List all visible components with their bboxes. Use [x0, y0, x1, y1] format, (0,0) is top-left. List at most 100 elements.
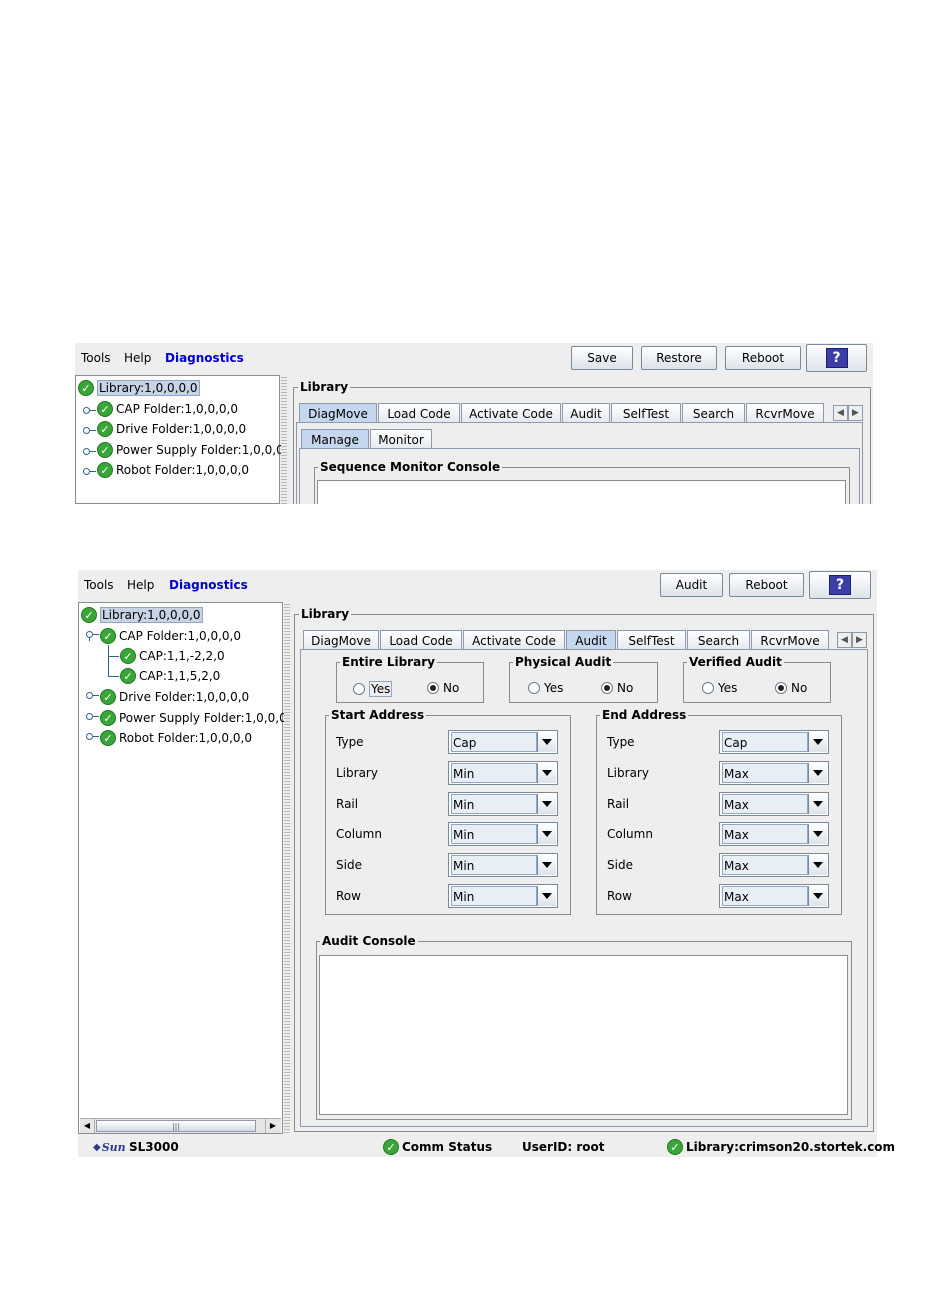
scroll-right-icon[interactable]: ▶ — [265, 1119, 280, 1133]
help-icon: ? — [829, 575, 851, 595]
audit-console[interactable] — [319, 955, 848, 1115]
tab-scroll-right-icon[interactable]: ▶ — [852, 632, 867, 648]
reboot-button[interactable]: Reboot — [729, 573, 804, 597]
chevron-down-icon[interactable] — [808, 824, 827, 844]
tree-node-cap-folder[interactable]: ✓ CAP Folder:1,0,0,0,0 — [97, 400, 238, 418]
tree-connector — [108, 676, 119, 677]
tree-expander-icon[interactable] — [86, 692, 93, 699]
tab-load-code[interactable]: Load Code — [378, 403, 460, 423]
end-type-select[interactable]: Cap — [719, 730, 829, 754]
tab-activate-code[interactable]: Activate Code — [463, 630, 565, 650]
tree-node-drive-folder[interactable]: ✓ Drive Folder:1,0,0,0,0 — [97, 420, 246, 438]
chevron-down-icon[interactable] — [537, 794, 556, 814]
tree-expander-icon[interactable] — [83, 407, 90, 414]
tab-diagmove[interactable]: DiagMove — [299, 403, 377, 423]
tab-scroll-left-icon[interactable]: ◀ — [837, 632, 852, 648]
menu-help[interactable]: Help — [127, 578, 154, 592]
start-column-select[interactable]: Min — [448, 822, 558, 846]
end-side-select[interactable]: Max — [719, 853, 829, 877]
scroll-left-icon[interactable]: ◀ — [80, 1119, 95, 1133]
tree-expander-icon[interactable] — [83, 448, 90, 455]
chevron-down-icon[interactable] — [808, 794, 827, 814]
menu-tools[interactable]: Tools — [81, 351, 111, 365]
start-library-select[interactable]: Min — [448, 761, 558, 785]
menu-help[interactable]: Help — [124, 351, 151, 365]
verified-audit-yes-radio[interactable]: Yes — [702, 681, 737, 695]
end-library-select[interactable]: Max — [719, 761, 829, 785]
chevron-down-icon[interactable] — [537, 824, 556, 844]
tree-node-power-supply-folder[interactable]: ✓ Power Supply Folder:1,0,0,0, — [100, 709, 291, 727]
tree-node-cap-folder[interactable]: ✓ CAP Folder:1,0,0,0,0 — [100, 627, 241, 645]
scroll-thumb[interactable]: ||| — [96, 1120, 256, 1132]
menu-tools[interactable]: Tools — [84, 578, 114, 592]
tree-node-cap-2[interactable]: ✓ CAP:1,1,5,2,0 — [120, 667, 220, 685]
end-column-select[interactable]: Max — [719, 822, 829, 846]
split-pane-divider[interactable] — [284, 602, 290, 1134]
audit-button[interactable]: Audit — [660, 573, 723, 597]
start-row-select[interactable]: Min — [448, 884, 558, 908]
tree-node-library[interactable]: ✓ Library:1,0,0,0,0 — [78, 379, 200, 397]
help-button[interactable]: ? — [809, 571, 871, 599]
tab-audit[interactable]: Audit — [562, 403, 610, 423]
reboot-button[interactable]: Reboot — [725, 346, 801, 370]
end-rail-select[interactable]: Max — [719, 792, 829, 816]
ok-status-icon: ✓ — [97, 442, 113, 458]
ok-status-icon: ✓ — [100, 710, 116, 726]
tree-expander-icon[interactable] — [83, 468, 90, 475]
tab-selftest[interactable]: SelfTest — [611, 403, 681, 423]
tree-horizontal-scrollbar[interactable]: ◀ ||| ▶ — [80, 1118, 281, 1133]
tree-node-cap-1[interactable]: ✓ CAP:1,1,-2,2,0 — [120, 647, 225, 665]
ok-status-icon: ✓ — [383, 1139, 399, 1155]
subtab-monitor[interactable]: Monitor — [370, 429, 432, 449]
tab-diagmove[interactable]: DiagMove — [303, 630, 379, 650]
tree-node-drive-folder[interactable]: ✓ Drive Folder:1,0,0,0,0 — [100, 688, 249, 706]
tree-expander-icon[interactable] — [86, 733, 93, 740]
subtab-manage[interactable]: Manage — [301, 429, 369, 449]
tab-scroll-left-icon[interactable]: ◀ — [833, 405, 848, 421]
tab-activate-code[interactable]: Activate Code — [461, 403, 561, 423]
tab-load-code[interactable]: Load Code — [380, 630, 462, 650]
tree-node-library[interactable]: ✓ Library:1,0,0,0,0 — [81, 606, 203, 624]
physical-audit-yes-radio[interactable]: Yes — [528, 681, 563, 695]
start-rail-label: Rail — [336, 797, 359, 811]
start-side-select[interactable]: Min — [448, 853, 558, 877]
chevron-down-icon[interactable] — [808, 763, 827, 783]
ok-status-icon: ✓ — [100, 730, 116, 746]
menu-diagnostics[interactable]: Diagnostics — [165, 351, 244, 365]
chevron-down-icon[interactable] — [808, 886, 827, 906]
tree-expander-icon[interactable] — [86, 713, 93, 720]
tab-audit[interactable]: Audit — [566, 630, 616, 650]
start-type-select[interactable]: Cap — [448, 730, 558, 754]
verified-audit-no-radio[interactable]: No — [775, 681, 807, 695]
verified-audit-title: Verified Audit — [687, 655, 784, 669]
entire-library-yes-radio[interactable]: Yes — [353, 681, 393, 697]
tab-rcvrmove[interactable]: RcvrMove — [751, 630, 829, 650]
tab-selftest[interactable]: SelfTest — [617, 630, 686, 650]
entire-library-no-radio[interactable]: No — [427, 681, 459, 695]
tree-expander-icon[interactable] — [83, 427, 90, 434]
chevron-down-icon[interactable] — [537, 763, 556, 783]
tree-expander-icon[interactable] — [86, 631, 93, 638]
split-pane-divider[interactable] — [281, 375, 287, 504]
chevron-down-icon[interactable] — [537, 886, 556, 906]
tab-rcvrmove[interactable]: RcvrMove — [746, 403, 824, 423]
menu-diagnostics[interactable]: Diagnostics — [169, 578, 248, 592]
end-row-select[interactable]: Max — [719, 884, 829, 908]
save-button[interactable]: Save — [571, 346, 633, 370]
tab-search[interactable]: Search — [687, 630, 750, 650]
physical-audit-no-radio[interactable]: No — [601, 681, 633, 695]
start-rail-select[interactable]: Min — [448, 792, 558, 816]
chevron-down-icon[interactable] — [537, 732, 556, 752]
tab-scroll-right-icon[interactable]: ▶ — [848, 405, 863, 421]
tree-node-power-supply-folder[interactable]: ✓ Power Supply Folder:1,0,0,0, — [97, 441, 288, 459]
restore-button[interactable]: Restore — [641, 346, 717, 370]
tree-node-robot-folder[interactable]: ✓ Robot Folder:1,0,0,0,0 — [100, 729, 252, 747]
sequence-monitor-console[interactable] — [317, 480, 846, 504]
chevron-down-icon[interactable] — [808, 855, 827, 875]
help-button[interactable]: ? — [806, 344, 867, 372]
tree-node-robot-folder[interactable]: ✓ Robot Folder:1,0,0,0,0 — [97, 461, 249, 479]
end-row-label: Row — [607, 889, 632, 903]
chevron-down-icon[interactable] — [537, 855, 556, 875]
chevron-down-icon[interactable] — [808, 732, 827, 752]
tab-search[interactable]: Search — [682, 403, 745, 423]
